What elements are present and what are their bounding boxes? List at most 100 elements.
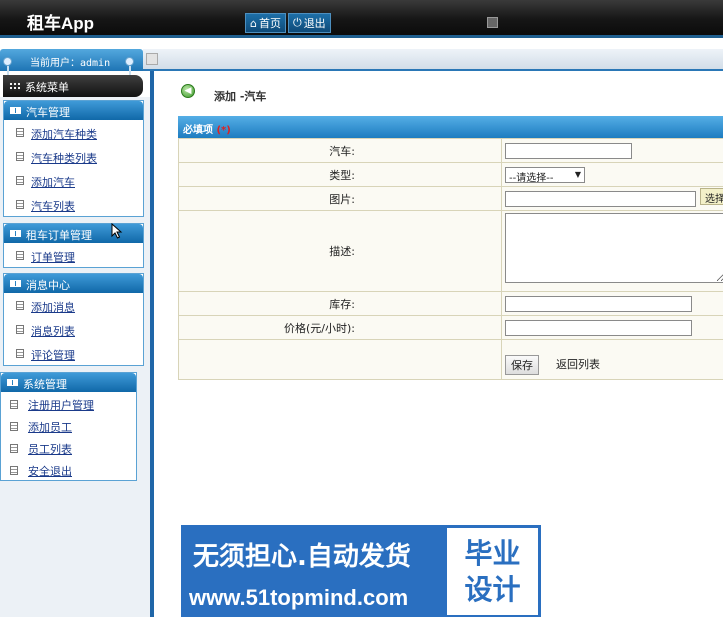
sidebar-group-car: 汽车管理 添加汽车种类 汽车种类列表 添加汽车 汽车列表: [3, 100, 144, 217]
sidebar-item-label[interactable]: 员工列表: [28, 443, 72, 456]
sidebar-item-label[interactable]: 汽车列表: [31, 200, 75, 213]
document-icon: [16, 200, 24, 209]
document-icon: [10, 444, 18, 453]
header-toggle-square[interactable]: [487, 17, 498, 28]
sidebar-group-title: 消息中心: [26, 279, 70, 292]
logout-button-label: 退出: [303, 17, 326, 30]
watermark-badge-line2: 设计: [464, 573, 521, 606]
pin-icon: [125, 57, 134, 75]
document-icon: [16, 301, 24, 310]
app-title: 租车App: [27, 14, 95, 33]
sidebar-group-title: 系统管理: [23, 378, 67, 391]
required-title: 必填项: [183, 125, 213, 136]
book-icon: [10, 107, 21, 114]
sidebar-item-label[interactable]: 添加汽车: [31, 176, 75, 189]
sidebar-item-car-list[interactable]: 汽车列表: [4, 192, 143, 216]
current-user-bar: 当前用户：admin: [0, 49, 143, 75]
watermark-slogan: 无须担心.自动发货: [193, 542, 411, 572]
top-header: 租车App ⌂ 首页 ⏻ 退出: [0, 0, 723, 38]
sidebar-item-employee-list[interactable]: 员工列表: [1, 436, 136, 458]
sidebar-item-add-message[interactable]: 添加消息: [4, 293, 143, 317]
form-row-stock: 库存:: [178, 291, 723, 316]
sidebar-group-header[interactable]: 汽车管理: [4, 101, 143, 120]
sidebar-item-order-manage[interactable]: 订单管理: [4, 243, 143, 267]
back-arrow-icon[interactable]: ◀: [181, 84, 195, 98]
document-icon: [10, 400, 18, 409]
book-icon: [10, 230, 21, 237]
add-car-form: 汽车: 类型: --请选择-- ▼ 图片: 选择 描述: 库存: 价格(元/小时)…: [178, 138, 723, 380]
sidebar-item-add-car[interactable]: 添加汽车: [4, 168, 143, 192]
dropdown-arrow-icon: ▼: [574, 169, 581, 179]
document-icon: [10, 466, 18, 475]
form-row-price: 价格(元/小时):: [178, 315, 723, 340]
watermark-badge: 毕业 设计: [447, 528, 538, 615]
save-button[interactable]: 保存: [505, 355, 539, 375]
current-user-label: 当前用户：admin: [30, 58, 111, 69]
book-icon: [7, 379, 18, 386]
sidebar-item-car-type-list[interactable]: 汽车种类列表: [4, 144, 143, 168]
car-input[interactable]: [505, 142, 632, 159]
document-icon: [16, 349, 24, 358]
top-nav: ⌂ 首页 ⏻ 退出: [245, 13, 331, 33]
sidebar-group-header[interactable]: 消息中心: [4, 274, 143, 293]
document-icon: [16, 325, 24, 334]
sidebar-group-header[interactable]: 系统管理: [1, 373, 136, 392]
power-icon: ⏻: [292, 16, 302, 29]
sidebar-item-label[interactable]: 汽车种类列表: [31, 152, 97, 165]
sidebar-group-title: 汽车管理: [26, 106, 70, 119]
home-button[interactable]: ⌂ 首页: [245, 13, 286, 33]
sidebar-item-user-manage[interactable]: 注册用户管理: [1, 392, 136, 414]
sidebar-item-label[interactable]: 添加消息: [31, 301, 75, 314]
sidebar-item-label[interactable]: 消息列表: [31, 325, 75, 338]
document-icon: [16, 251, 24, 260]
sidebar-item-safe-exit[interactable]: 安全退出: [1, 458, 136, 480]
type-select[interactable]: --请选择-- ▼: [505, 166, 585, 184]
select-image-button[interactable]: 选择: [700, 188, 723, 205]
form-row-description: 描述:: [178, 210, 723, 292]
sidebar-group-messages: 消息中心 添加消息 消息列表 评论管理: [3, 273, 144, 366]
stock-input[interactable]: [505, 295, 692, 312]
sidebar-item-add-car-type[interactable]: 添加汽车种类: [4, 120, 143, 144]
sidebar-divider[interactable]: [150, 71, 154, 617]
sidebar-item-label[interactable]: 添加员工: [28, 421, 72, 434]
description-textarea[interactable]: [505, 213, 723, 283]
sidebar-item-label[interactable]: 订单管理: [31, 251, 75, 264]
sidebar-item-message-list[interactable]: 消息列表: [4, 317, 143, 341]
watermark-banner: 无须担心.自动发货 www.51topmind.com 毕业 设计: [181, 525, 541, 617]
type-select-value: --请选择--: [509, 172, 554, 184]
content-top-bar: [143, 49, 723, 71]
home-icon: ⌂: [250, 16, 257, 30]
sidebar-item-label[interactable]: 评论管理: [31, 349, 75, 362]
sidebar-item-label[interactable]: 注册用户管理: [28, 399, 94, 412]
sidebar-item-label[interactable]: 安全退出: [28, 465, 72, 478]
price-label: 价格(元/小时):: [178, 315, 502, 340]
logout-button[interactable]: ⏻ 退出: [287, 13, 331, 33]
form-row-type: 类型: --请选择-- ▼: [178, 162, 723, 187]
form-row-car: 汽车:: [178, 138, 723, 163]
document-icon: [16, 176, 24, 185]
price-input[interactable]: [505, 319, 692, 336]
required-mark: (*): [216, 125, 231, 136]
car-label: 汽车:: [178, 138, 502, 163]
grid-icon: [9, 82, 20, 91]
system-menu-header: 系统菜单: [3, 75, 143, 97]
required-section-header: 必填项 (*): [178, 116, 723, 138]
form-row-actions: 保存 返回列表: [178, 339, 723, 380]
collapse-checkbox[interactable]: [146, 53, 158, 65]
back-to-list-link[interactable]: 返回列表: [556, 358, 600, 371]
image-input[interactable]: [505, 190, 696, 207]
stock-label: 库存:: [178, 291, 502, 316]
home-button-label: 首页: [258, 17, 281, 30]
type-label: 类型:: [178, 162, 502, 187]
pin-icon: [3, 57, 12, 75]
description-label: 描述:: [178, 210, 502, 292]
sidebar-item-label[interactable]: 添加汽车种类: [31, 128, 97, 141]
sidebar-item-comment-manage[interactable]: 评论管理: [4, 341, 143, 365]
document-icon: [16, 128, 24, 137]
watermark-badge-line1: 毕业: [464, 537, 521, 570]
system-menu-title: 系统菜单: [25, 81, 69, 94]
sidebar-item-add-employee[interactable]: 添加员工: [1, 414, 136, 436]
breadcrumb: 添加 -汽车: [214, 90, 267, 103]
form-row-image: 图片: 选择: [178, 186, 723, 211]
sidebar-group-system: 系统管理 注册用户管理 添加员工 员工列表 安全退出: [0, 372, 137, 481]
